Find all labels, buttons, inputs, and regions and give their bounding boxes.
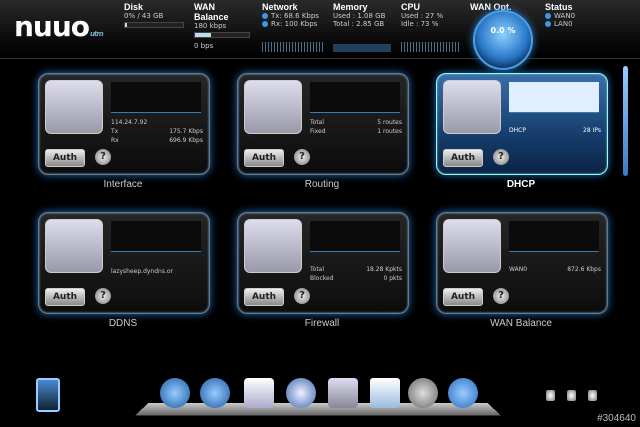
- auth-button[interactable]: Auth: [443, 149, 483, 167]
- watermark: #304640: [597, 413, 636, 424]
- minimize-button[interactable]: [546, 390, 555, 401]
- status-dot-icon: [545, 21, 551, 27]
- report-icon[interactable]: [370, 378, 400, 408]
- help-icon[interactable]: ?: [294, 288, 310, 304]
- help-icon[interactable]: ?: [95, 149, 111, 165]
- world-map-icon: [244, 80, 302, 134]
- tile-routing[interactable]: Total 5 routes Fixed 1 routes Auth ?: [237, 73, 409, 175]
- dot-com-icon: [45, 219, 103, 273]
- dhcp-network-icon: [443, 80, 501, 134]
- auth-button[interactable]: Auth: [443, 288, 483, 306]
- disk-panel: Disk 0% / 43 GB: [124, 2, 184, 28]
- exit-door-icon[interactable]: [36, 378, 60, 412]
- tile-label: Routing: [304, 179, 340, 190]
- security-badge-icon[interactable]: [244, 378, 274, 408]
- wan-balance-sub: 0 bps: [194, 42, 214, 50]
- restore-button[interactable]: [567, 390, 576, 401]
- auth-button[interactable]: Auth: [244, 288, 284, 306]
- scrollbar[interactable]: [623, 66, 628, 176]
- tile-graph: [509, 221, 599, 252]
- shield-globe-icon[interactable]: [200, 378, 230, 408]
- disk-value: 0% / 43 GB: [124, 12, 164, 20]
- wan-balance-panel: WAN Balance 180 kbps 0 bps: [194, 2, 250, 50]
- cpu-graph: [401, 42, 459, 52]
- auth-button[interactable]: Auth: [45, 288, 85, 306]
- web-icon[interactable]: [160, 378, 190, 408]
- network-panel: Network Tx: 68.6 Kbps Rx: 100 Kbps: [262, 2, 324, 56]
- status-panel: Status WAN0 LAN0: [545, 2, 576, 28]
- tile-label: DHCP: [506, 179, 536, 190]
- auth-button[interactable]: Auth: [45, 149, 85, 167]
- tx-icon: [262, 13, 268, 19]
- tile-dhcp[interactable]: DHCP 28 IPs Auth ?: [436, 73, 608, 175]
- tile-graph: [509, 82, 599, 113]
- auth-button[interactable]: Auth: [244, 149, 284, 167]
- tile-graph: [310, 82, 400, 113]
- memory-panel: Memory Used : 1.08 GB Total : 2.85 GB: [333, 2, 393, 56]
- tile-wan-balance[interactable]: WAN0 872.6 Kbps Auth ?: [436, 212, 608, 314]
- status-dot-icon: [545, 13, 551, 19]
- memory-graph: [333, 39, 391, 52]
- top-status-bar: nuuoutm Disk 0% / 43 GB WAN Balance 180 …: [0, 0, 640, 70]
- dock-shelf: [135, 402, 501, 416]
- wan-balance-bar: [194, 32, 250, 38]
- rx-icon: [262, 21, 268, 27]
- tile-graph: [111, 221, 201, 252]
- wireless-icon[interactable]: [286, 378, 316, 408]
- tile-firewall[interactable]: Total 18.28 Kpkts Blocked 0 pkts Auth ?: [237, 212, 409, 314]
- tile-interface[interactable]: 114.24.7.92 Tx 175.7 Kbps Rx 696.9 Kbps Au…: [38, 73, 210, 175]
- network-graph: [262, 42, 324, 52]
- wan-balance-value: 180 kbps: [194, 22, 227, 30]
- tile-graph: [111, 82, 201, 113]
- nuuo-logo: nuuoutm: [14, 10, 104, 43]
- help-icon[interactable]: ?: [294, 149, 310, 165]
- router-icon: [443, 219, 501, 273]
- help-icon[interactable]: ?: [95, 288, 111, 304]
- cpu-panel: CPU Used : 27 % Idle : 73 %: [401, 2, 459, 56]
- firewall-icon: [244, 219, 302, 273]
- help-icon[interactable]: ?: [493, 149, 509, 165]
- help-icon[interactable]: ?: [493, 288, 509, 304]
- tile-label: Firewall: [304, 318, 340, 329]
- close-button[interactable]: [588, 390, 597, 401]
- tile-graph: [310, 221, 400, 252]
- user-puzzle-icon[interactable]: [448, 378, 478, 408]
- tools-icon[interactable]: [328, 378, 358, 408]
- settings-gears-icon[interactable]: [408, 378, 438, 408]
- tile-ddns[interactable]: lazysheep.dyndns.or Auth ?: [38, 212, 210, 314]
- tile-label: WAN Balance: [490, 318, 552, 329]
- network-switch-icon: [45, 80, 103, 134]
- wan-opt-gauge: 0.0 %: [473, 10, 533, 70]
- disk-bar: [124, 22, 184, 28]
- tile-label: DDNS: [108, 318, 138, 329]
- dock: [135, 370, 501, 416]
- tile-label: Interface: [103, 179, 143, 190]
